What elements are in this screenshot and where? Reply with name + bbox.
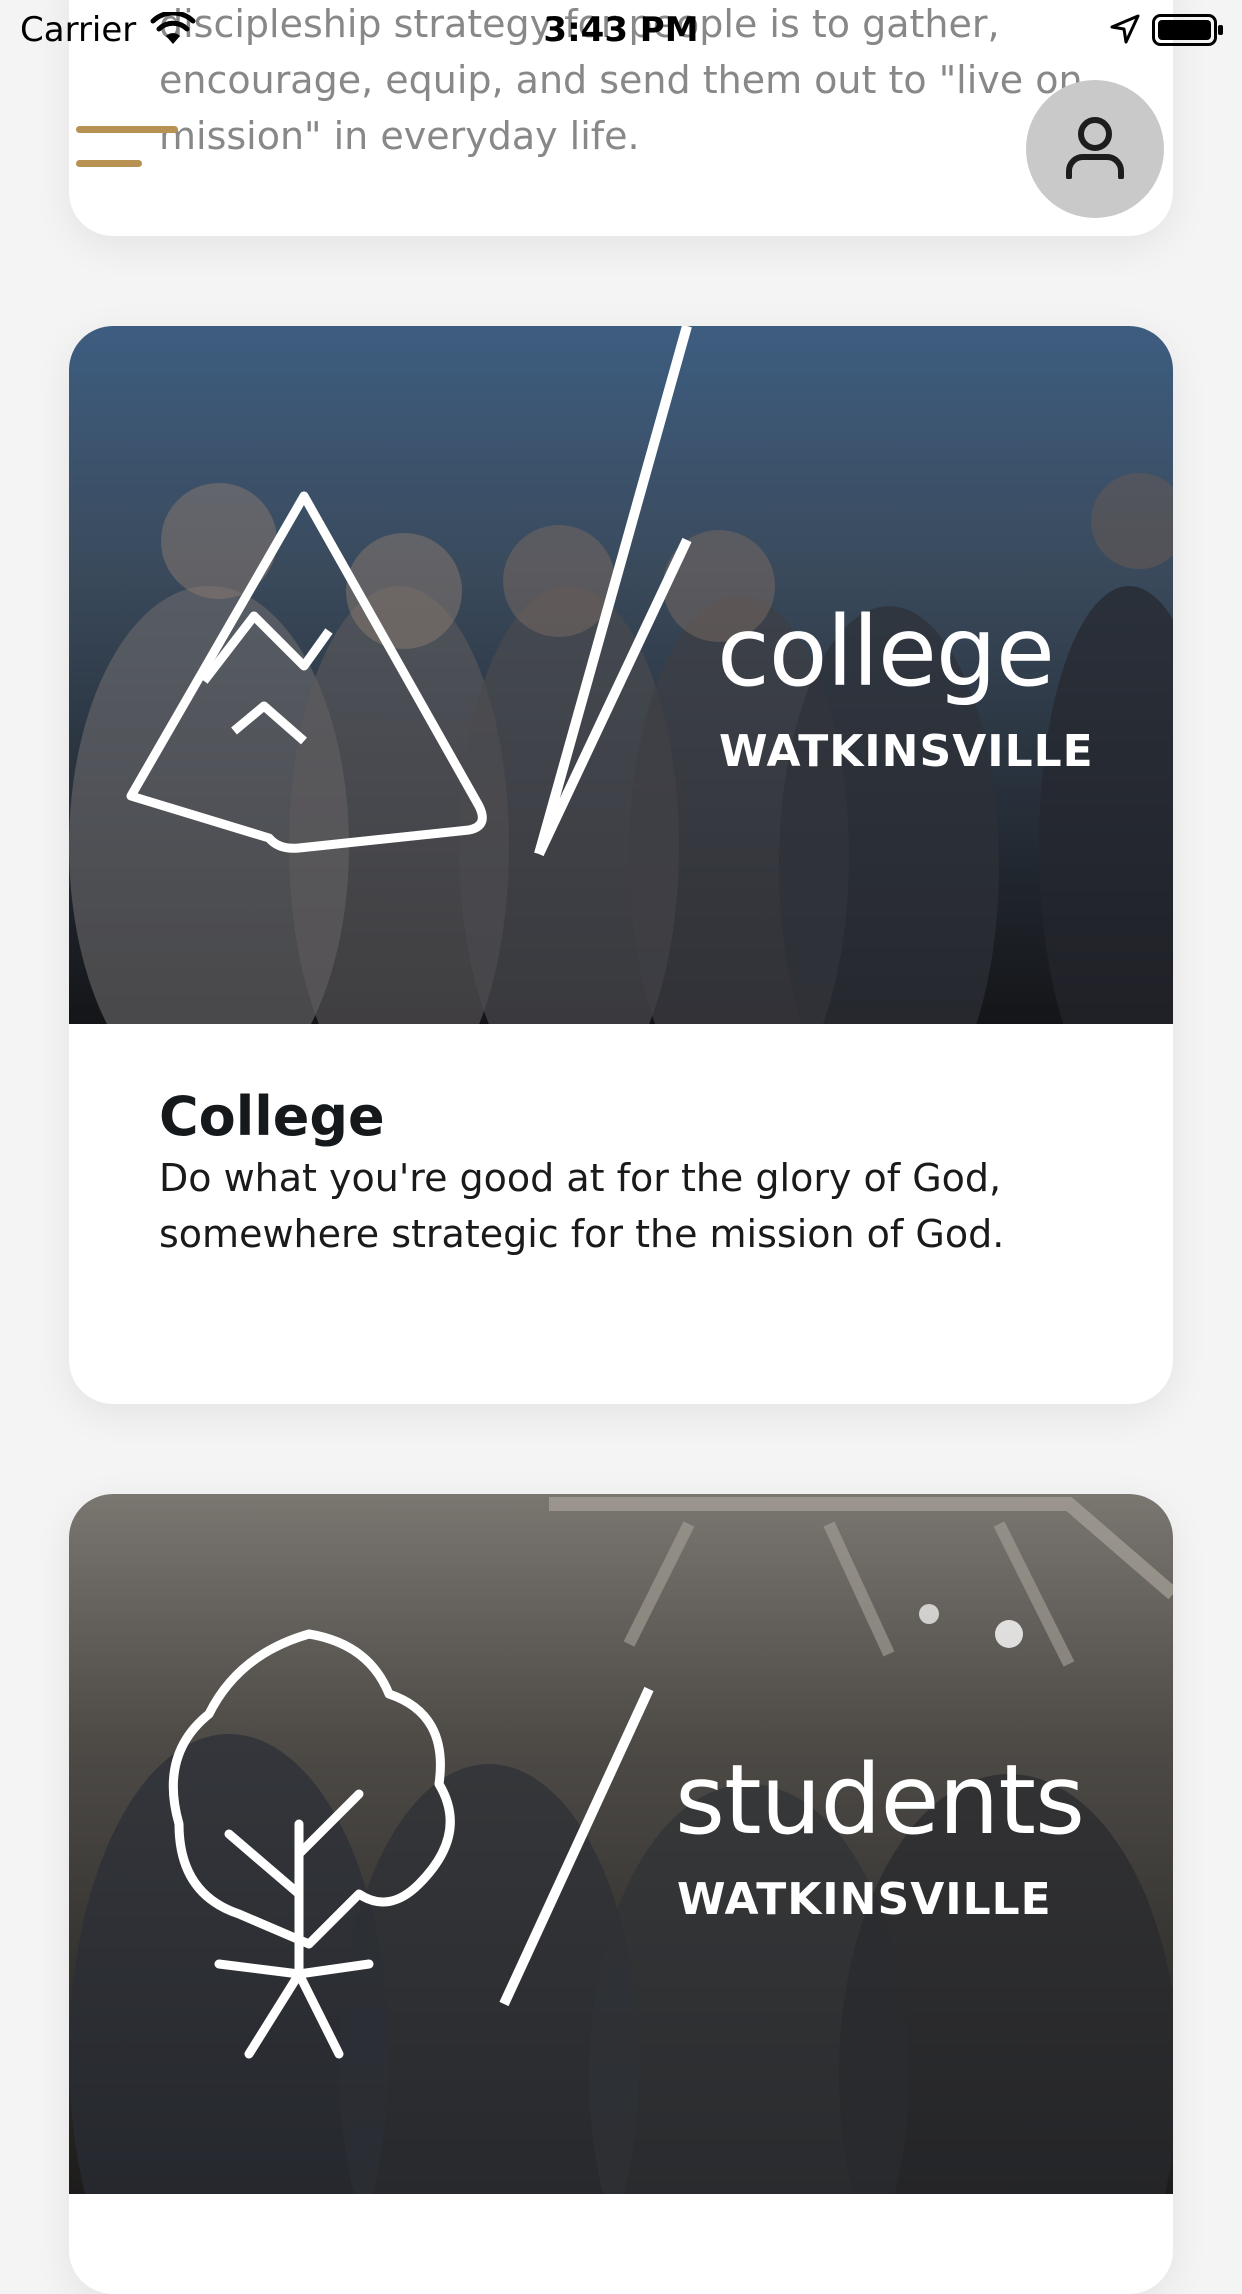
status-bar: Carrier 3:43 PM xyxy=(0,0,1242,60)
ministry-card-students[interactable]: students WATKINSVILLE xyxy=(69,1494,1173,2294)
user-icon xyxy=(1064,115,1126,183)
college-hero-word: college xyxy=(717,596,1055,708)
location-arrow-icon xyxy=(1110,14,1140,48)
college-hero-image: college WATKINSVILLE xyxy=(69,326,1173,1024)
ministry-card-college[interactable]: college WATKINSVILLE College Do what you… xyxy=(69,326,1173,1404)
menu-button[interactable] xyxy=(76,120,186,180)
students-hero-word: students xyxy=(675,1744,1085,1856)
card-title: College xyxy=(159,1085,385,1148)
battery-icon xyxy=(1152,14,1224,50)
card-description: Do what you're good at for the glory of … xyxy=(159,1156,1005,1256)
profile-button[interactable] xyxy=(1026,80,1164,218)
students-hero-sub: WATKINSVILLE xyxy=(677,1874,1052,1925)
clock: 3:43 PM xyxy=(543,10,699,50)
students-hero-image: students WATKINSVILLE xyxy=(69,1494,1173,2194)
hamburger-menu-icon xyxy=(76,126,178,133)
college-hero-sub: WATKINSVILLE xyxy=(719,726,1094,777)
